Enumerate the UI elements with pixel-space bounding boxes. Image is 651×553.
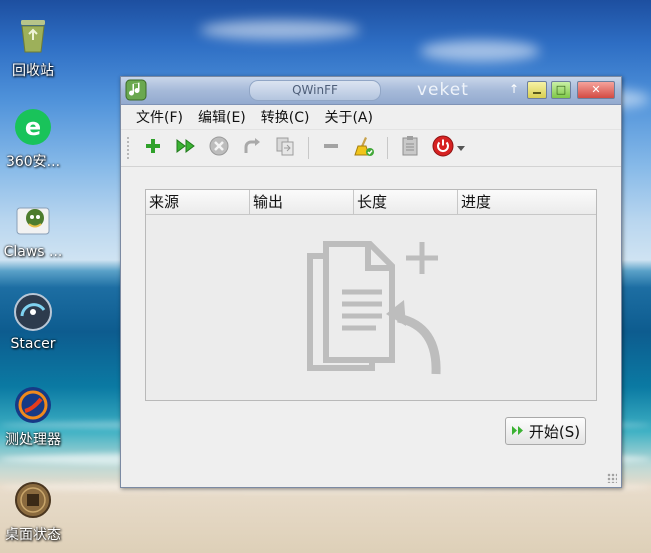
clean-brush-icon (353, 135, 375, 161)
resize-grip[interactable] (607, 473, 617, 483)
duplicate-button[interactable] (274, 137, 296, 159)
recycle-bin-icon (13, 16, 53, 56)
add-file-button[interactable] (142, 137, 164, 159)
desktop-icon-desktop-status[interactable]: 桌面状态 (0, 480, 69, 544)
title-bar[interactable]: QWinFF veket ↑ □ ✕ (121, 77, 621, 105)
minimize-button[interactable] (527, 81, 547, 99)
fast-forward-icon (176, 138, 196, 158)
column-header-duration[interactable]: 长度 (354, 190, 458, 214)
cloud (200, 20, 360, 40)
desktop-icon-label: Claws ... (3, 244, 63, 260)
retry-button[interactable] (241, 137, 263, 159)
toolbar-separator (308, 137, 309, 159)
paste-button[interactable] (399, 135, 421, 161)
clipboard-icon (400, 135, 420, 161)
start-button-label: 开始(S) (528, 422, 581, 441)
stacer-icon (13, 292, 53, 332)
start-convert-button[interactable] (175, 137, 197, 159)
desktop-icon-label: 测处理器 (5, 432, 61, 448)
claws-mail-icon (13, 200, 53, 240)
clear-list-button[interactable] (353, 137, 375, 159)
browser-360-icon: e (13, 107, 53, 147)
chevron-down-icon (457, 140, 465, 156)
toolbar-separator (387, 137, 388, 159)
window-title: QWinFF (249, 80, 381, 101)
qwinff-window: QWinFF veket ↑ □ ✕ 文件(F) 编辑(E) 转换(C) 关于(… (120, 76, 622, 488)
conversion-list-table[interactable]: 来源 输出 长度 进度 (145, 189, 597, 401)
desktop-icon-360-browser[interactable]: e 360安... (0, 107, 69, 171)
desktop-status-icon (13, 480, 53, 520)
remove-file-button[interactable] (320, 137, 342, 159)
menu-bar: 文件(F) 编辑(E) 转换(C) 关于(A) (121, 105, 621, 130)
desktop-icon-claws-mail[interactable]: Claws ... (0, 200, 69, 260)
desktop-icon-label: 360安... (5, 154, 61, 170)
desktop-icon-label: 回收站 (12, 63, 54, 79)
stop-button[interactable] (208, 136, 230, 160)
menu-about[interactable]: 关于(A) (324, 107, 373, 127)
column-header-source[interactable]: 来源 (146, 190, 250, 214)
fast-forward-icon (511, 422, 525, 440)
minimize-icon (533, 92, 541, 94)
power-menu-button[interactable] (432, 135, 466, 161)
menu-edit[interactable]: 编辑(E) (198, 107, 246, 127)
app-music-icon[interactable] (125, 79, 147, 101)
add-icon (144, 137, 162, 159)
remove-icon (322, 137, 340, 159)
copy-icon (275, 136, 295, 160)
cloud (420, 40, 540, 62)
table-header: 来源 输出 长度 进度 (146, 190, 596, 215)
toolbar (121, 130, 621, 167)
desktop-icon-processor-test[interactable]: 测处理器 (0, 385, 69, 449)
desktop-icon-recycle-bin[interactable]: 回收站 (0, 16, 69, 80)
add-files-placeholder-icon[interactable] (304, 240, 444, 379)
processor-test-icon (13, 385, 53, 425)
maximize-button[interactable]: □ (551, 81, 571, 99)
pin-button[interactable]: ↑ (507, 81, 521, 97)
stop-icon (209, 136, 229, 160)
column-header-progress[interactable]: 进度 (458, 190, 596, 214)
svg-text:e: e (25, 113, 41, 141)
column-header-output[interactable]: 输出 (250, 190, 354, 214)
redo-icon (242, 136, 262, 160)
toolbar-grip[interactable] (127, 137, 132, 159)
host-label: veket (417, 80, 469, 100)
power-icon (432, 135, 454, 161)
desktop-icon-label: 桌面状态 (5, 527, 61, 543)
menu-file[interactable]: 文件(F) (136, 107, 183, 127)
desktop-icon-label: Stacer (10, 336, 56, 352)
close-button[interactable]: ✕ (577, 81, 615, 99)
start-button[interactable]: 开始(S) (505, 417, 586, 445)
desktop-icon-stacer[interactable]: Stacer (0, 292, 69, 352)
menu-convert[interactable]: 转换(C) (261, 107, 310, 127)
